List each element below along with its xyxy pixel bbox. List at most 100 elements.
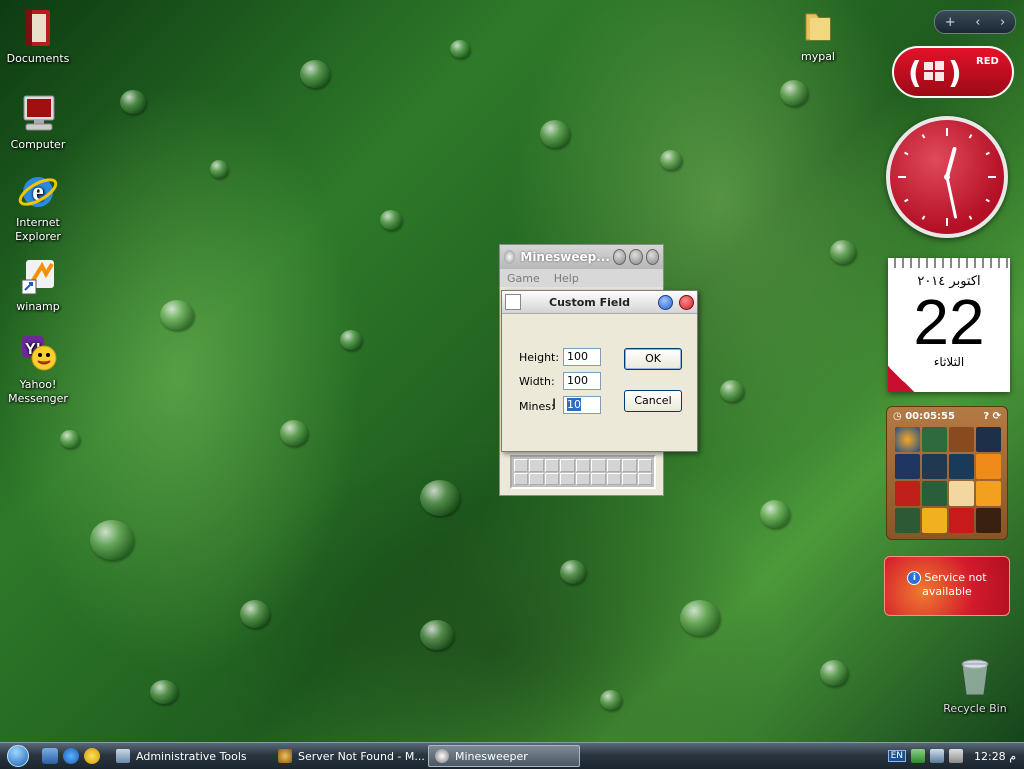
ok-button[interactable]: OK: [624, 348, 682, 370]
internet-explorer-icon: e: [18, 177, 58, 207]
dialog-system-menu-icon[interactable]: [505, 294, 521, 310]
previous-page-button[interactable]: ‹: [975, 15, 980, 30]
desktop-icon-label: Yahoo! Messenger: [8, 378, 68, 405]
width-label: Width:: [519, 375, 555, 388]
yahoo-messenger-icon[interactable]: [84, 748, 100, 764]
desktop-icon-internet-explorer[interactable]: e Internet Explorer: [1, 170, 75, 244]
start-button[interactable]: [0, 743, 36, 769]
minesweeper-icon: [435, 749, 449, 763]
minesweeper-title: Minesweep...: [520, 250, 610, 264]
clock-time[interactable]: 12:28 م: [974, 750, 1016, 763]
calendar-rings: [888, 258, 1010, 268]
dialog-close-button[interactable]: [679, 294, 694, 310]
control-panel-icon: [116, 749, 130, 763]
cancel-button[interactable]: Cancel: [624, 390, 682, 412]
svg-text:): ): [948, 56, 962, 91]
help-button[interactable]: [658, 294, 673, 310]
taskbar-item-server-not-found[interactable]: Server Not Found - M...: [272, 745, 424, 767]
minesweeper-icon: [504, 250, 516, 264]
puzzle-tile[interactable]: [922, 481, 947, 506]
puzzle-tile[interactable]: [922, 427, 947, 452]
desktop-icon-mypal[interactable]: mypal: [781, 4, 855, 64]
puzzle-grid[interactable]: [895, 427, 1001, 533]
calendar-page-curl: [888, 366, 914, 392]
add-gadget-button[interactable]: +: [945, 15, 956, 30]
minesweeper-menubar: Game Help: [500, 269, 663, 287]
menu-help[interactable]: Help: [547, 272, 586, 285]
dialog-title: Custom Field: [549, 295, 630, 309]
language-indicator[interactable]: EN: [887, 750, 906, 762]
puzzle-tile[interactable]: [976, 481, 1001, 506]
folder-icon: [805, 13, 831, 41]
quick-launch: [36, 748, 106, 764]
puzzle-tile[interactable]: [976, 427, 1001, 452]
picture-puzzle-gadget: ◷ 00:05:55 ? ⟳: [886, 406, 1008, 540]
taskbar-item-label: Administrative Tools: [136, 749, 247, 763]
desktop-icon-label: Documents: [6, 52, 70, 65]
desktop-icon-label: winamp: [16, 300, 60, 313]
puzzle-tile[interactable]: [949, 481, 974, 506]
desktop-icon-winamp[interactable]: winamp: [1, 254, 75, 314]
maximize-button[interactable]: [629, 249, 643, 265]
taskbar-item-minesweeper[interactable]: Minesweeper: [428, 745, 580, 767]
puzzle-tile[interactable]: [895, 481, 920, 506]
internet-explorer-icon[interactable]: [63, 748, 79, 764]
recycle-bin-icon: [961, 659, 989, 695]
desktop-icon-label: Computer: [10, 138, 66, 151]
clock-minute-hand: [945, 175, 958, 219]
calendar-gadget: اکتوبر ۲۰۱٤ 22 الثلاثاء: [888, 258, 1010, 392]
weather-message-line1: Service not: [924, 571, 987, 584]
puzzle-header: ◷ 00:05:55 ? ⟳: [887, 407, 1007, 425]
desktop-icon-documents[interactable]: Documents: [1, 6, 75, 66]
desktop-icon-yahoo-messenger[interactable]: Y! Yahoo! Messenger: [1, 332, 75, 406]
yahoo-messenger-icon: Y!: [22, 336, 57, 371]
volume-icon[interactable]: [948, 749, 963, 763]
info-icon: i: [907, 571, 922, 585]
calendar-day: 22: [913, 286, 985, 358]
next-page-button[interactable]: ›: [1000, 15, 1005, 30]
clock-face: [898, 128, 996, 226]
custom-field-dialog: Custom Field Height: 100 Width: 100 Mine…: [501, 290, 698, 452]
mines-field[interactable]: 10: [563, 396, 601, 414]
desktop-icon-computer[interactable]: Computer: [1, 92, 75, 152]
puzzle-tile[interactable]: [976, 508, 1001, 533]
taskbar-item-administrative-tools[interactable]: Administrative Tools: [110, 745, 268, 767]
width-field[interactable]: 100: [563, 372, 601, 390]
documents-folder-icon: [26, 10, 50, 46]
shuffle-icon[interactable]: ⟳: [989, 411, 1001, 422]
red-badge-label: RED: [976, 56, 999, 67]
taskbar-item-label: Server Not Found - M...: [298, 749, 424, 763]
security-shield-icon[interactable]: [910, 749, 925, 763]
mines-label: Mines:: [519, 400, 555, 413]
svg-text:(: (: [908, 56, 922, 91]
puzzle-tile[interactable]: [976, 454, 1001, 479]
minefield-grid[interactable]: [510, 455, 656, 489]
dialog-titlebar[interactable]: Custom Field: [502, 291, 697, 314]
puzzle-tile[interactable]: [922, 508, 947, 533]
puzzle-tile[interactable]: [949, 427, 974, 452]
browser-icon: [278, 749, 292, 763]
puzzle-tile[interactable]: [949, 508, 974, 533]
puzzle-tile[interactable]: [895, 508, 920, 533]
height-label: Height:: [519, 351, 560, 364]
taskbar-item-label: Minesweeper: [455, 749, 528, 763]
puzzle-tile[interactable]: [922, 454, 947, 479]
clock-hour-hand: [945, 146, 957, 179]
close-button[interactable]: [645, 249, 660, 265]
height-field[interactable]: 100: [563, 348, 601, 366]
weather-gadget: i Service not available: [884, 556, 1010, 616]
desktop-icon-label: Internet Explorer: [15, 216, 61, 243]
minimize-button[interactable]: [612, 249, 627, 265]
menu-game[interactable]: Game: [500, 272, 547, 285]
weather-message-line2: available: [922, 585, 972, 598]
red-badge-gadget[interactable]: ( ) RED: [892, 46, 1014, 98]
minesweeper-titlebar[interactable]: Minesweep...: [500, 245, 663, 269]
puzzle-tile[interactable]: [895, 454, 920, 479]
clock-icon: ◷: [893, 410, 906, 422]
show-desktop-icon[interactable]: [42, 748, 58, 764]
puzzle-tile[interactable]: [949, 454, 974, 479]
puzzle-tile[interactable]: [895, 427, 920, 452]
desktop-icon-recycle-bin[interactable]: Recycle Bin: [938, 656, 1012, 716]
network-icon[interactable]: [929, 749, 944, 763]
windows-logo-icon: ( ): [908, 56, 962, 91]
